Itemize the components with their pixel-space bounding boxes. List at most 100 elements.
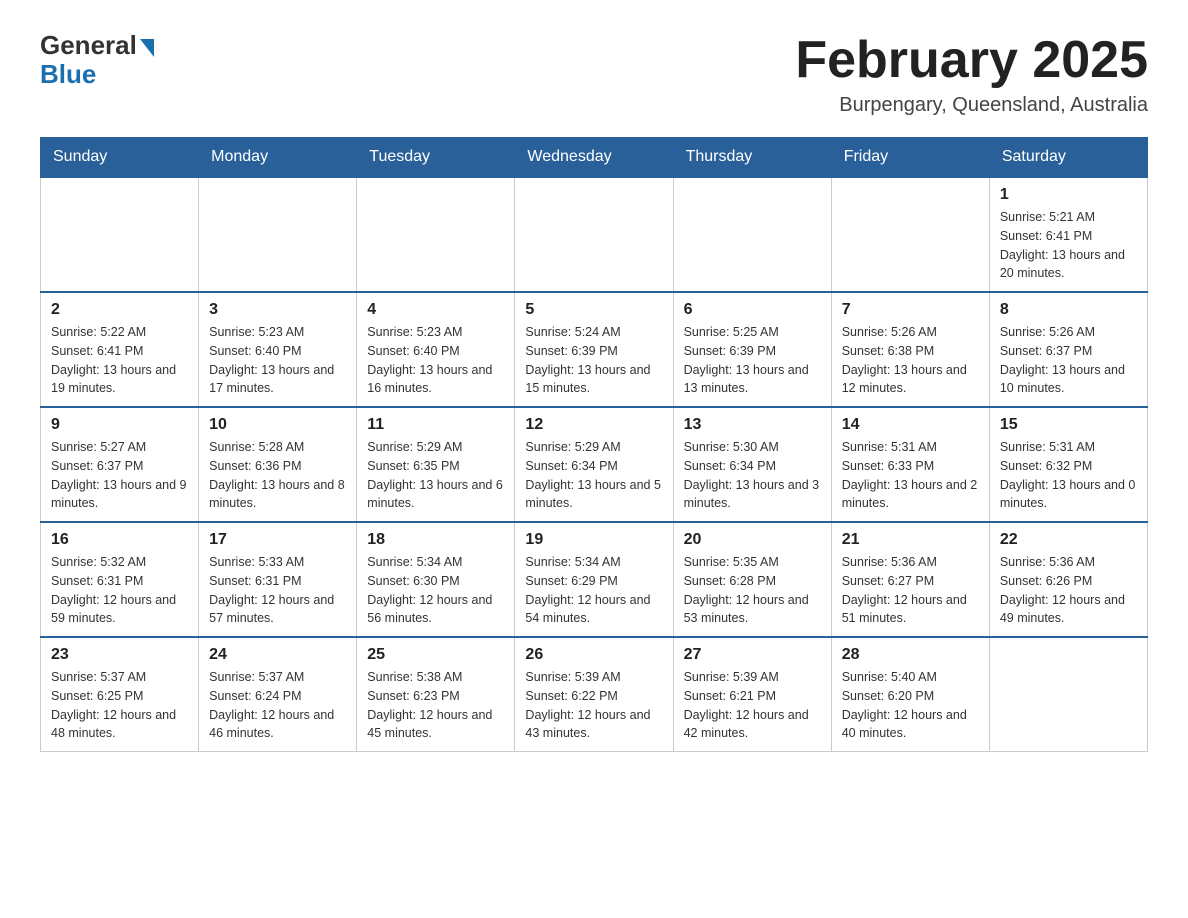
week-row-5: 23 Sunrise: 5:37 AM Sunset: 6:25 PM Dayli… [41,637,1148,752]
header-wednesday: Wednesday [515,138,673,178]
day-info: Sunrise: 5:26 AM Sunset: 6:38 PM Dayligh… [842,323,979,398]
day-cell-0-4 [673,177,831,292]
day-cell-4-2: 25 Sunrise: 5:38 AM Sunset: 6:23 PM Dayli… [357,637,515,752]
day-number: 26 [525,646,662,664]
day-number: 11 [367,416,504,434]
day-cell-0-3 [515,177,673,292]
logo-general-text: General [40,30,137,61]
week-row-2: 2 Sunrise: 5:22 AM Sunset: 6:41 PM Daylig… [41,292,1148,407]
day-cell-1-5: 7 Sunrise: 5:26 AM Sunset: 6:38 PM Daylig… [831,292,989,407]
header-sunday: Sunday [41,138,199,178]
location: Burpengary, Queensland, Australia [795,94,1148,117]
day-number: 15 [1000,416,1137,434]
day-info: Sunrise: 5:26 AM Sunset: 6:37 PM Dayligh… [1000,323,1137,398]
day-cell-3-1: 17Sunrise: 5:33 AM Sunset: 6:31 PM Dayli… [199,522,357,637]
header-monday: Monday [199,138,357,178]
day-cell-2-4: 13 Sunrise: 5:30 AM Sunset: 6:34 PM Dayli… [673,407,831,522]
day-cell-3-3: 19 Sunrise: 5:34 AM Sunset: 6:29 PM Dayli… [515,522,673,637]
page-header: General Blue February 2025 Burpengary, Q… [40,30,1148,117]
day-info: Sunrise: 5:33 AM Sunset: 6:31 PM Dayligh… [209,553,346,628]
day-cell-3-4: 20Sunrise: 5:35 AM Sunset: 6:28 PM Dayli… [673,522,831,637]
day-number: 19 [525,531,662,549]
day-number: 1 [1000,186,1137,204]
day-cell-1-2: 4 Sunrise: 5:23 AM Sunset: 6:40 PM Daylig… [357,292,515,407]
day-number: 22 [1000,531,1137,549]
day-cell-4-6 [989,637,1147,752]
day-number: 3 [209,301,346,319]
day-number: 27 [684,646,821,664]
day-number: 28 [842,646,979,664]
week-row-4: 16 Sunrise: 5:32 AM Sunset: 6:31 PM Dayli… [41,522,1148,637]
logo-blue-text: Blue [40,59,96,90]
day-number: 2 [51,301,188,319]
day-cell-0-0 [41,177,199,292]
day-cell-2-0: 9 Sunrise: 5:27 AM Sunset: 6:37 PM Daylig… [41,407,199,522]
day-cell-2-3: 12 Sunrise: 5:29 AM Sunset: 6:34 PM Dayli… [515,407,673,522]
day-cell-1-1: 3 Sunrise: 5:23 AM Sunset: 6:40 PM Daylig… [199,292,357,407]
day-cell-0-5 [831,177,989,292]
day-cell-0-1 [199,177,357,292]
day-info: Sunrise: 5:39 AM Sunset: 6:22 PM Dayligh… [525,668,662,743]
logo: General Blue [40,30,154,90]
day-number: 18 [367,531,504,549]
day-info: Sunrise: 5:32 AM Sunset: 6:31 PM Dayligh… [51,553,188,628]
day-cell-2-6: 15 Sunrise: 5:31 AM Sunset: 6:32 PM Dayli… [989,407,1147,522]
day-info: Sunrise: 5:25 AM Sunset: 6:39 PM Dayligh… [684,323,821,398]
day-number: 25 [367,646,504,664]
day-cell-4-0: 23 Sunrise: 5:37 AM Sunset: 6:25 PM Dayli… [41,637,199,752]
day-number: 10 [209,416,346,434]
day-number: 6 [684,301,821,319]
day-cell-4-1: 24Sunrise: 5:37 AM Sunset: 6:24 PM Dayli… [199,637,357,752]
day-number: 5 [525,301,662,319]
day-info: Sunrise: 5:34 AM Sunset: 6:29 PM Dayligh… [525,553,662,628]
day-number: 9 [51,416,188,434]
day-info: Sunrise: 5:40 AM Sunset: 6:20 PM Dayligh… [842,668,979,743]
weekday-header-row: SundayMondayTuesdayWednesdayThursdayFrid… [41,138,1148,178]
day-info: Sunrise: 5:27 AM Sunset: 6:37 PM Dayligh… [51,438,188,513]
day-number: 12 [525,416,662,434]
day-info: Sunrise: 5:36 AM Sunset: 6:26 PM Dayligh… [1000,553,1137,628]
day-info: Sunrise: 5:37 AM Sunset: 6:25 PM Dayligh… [51,668,188,743]
day-cell-3-6: 22 Sunrise: 5:36 AM Sunset: 6:26 PM Dayli… [989,522,1147,637]
day-cell-1-3: 5Sunrise: 5:24 AM Sunset: 6:39 PM Daylig… [515,292,673,407]
day-info: Sunrise: 5:21 AM Sunset: 6:41 PM Dayligh… [1000,208,1137,283]
day-info: Sunrise: 5:31 AM Sunset: 6:33 PM Dayligh… [842,438,979,513]
day-number: 7 [842,301,979,319]
day-number: 13 [684,416,821,434]
month-title: February 2025 [795,30,1148,90]
day-cell-2-5: 14 Sunrise: 5:31 AM Sunset: 6:33 PM Dayli… [831,407,989,522]
day-cell-0-6: 1 Sunrise: 5:21 AM Sunset: 6:41 PM Daylig… [989,177,1147,292]
day-info: Sunrise: 5:29 AM Sunset: 6:35 PM Dayligh… [367,438,504,513]
day-cell-4-3: 26 Sunrise: 5:39 AM Sunset: 6:22 PM Dayli… [515,637,673,752]
day-number: 21 [842,531,979,549]
day-cell-3-2: 18 Sunrise: 5:34 AM Sunset: 6:30 PM Dayli… [357,522,515,637]
day-info: Sunrise: 5:36 AM Sunset: 6:27 PM Dayligh… [842,553,979,628]
day-info: Sunrise: 5:31 AM Sunset: 6:32 PM Dayligh… [1000,438,1137,513]
day-cell-2-2: 11 Sunrise: 5:29 AM Sunset: 6:35 PM Dayli… [357,407,515,522]
day-info: Sunrise: 5:22 AM Sunset: 6:41 PM Dayligh… [51,323,188,398]
day-number: 24 [209,646,346,664]
week-row-1: 1 Sunrise: 5:21 AM Sunset: 6:41 PM Daylig… [41,177,1148,292]
day-cell-1-6: 8Sunrise: 5:26 AM Sunset: 6:37 PM Daylig… [989,292,1147,407]
day-number: 4 [367,301,504,319]
header-thursday: Thursday [673,138,831,178]
day-info: Sunrise: 5:23 AM Sunset: 6:40 PM Dayligh… [209,323,346,398]
day-info: Sunrise: 5:23 AM Sunset: 6:40 PM Dayligh… [367,323,504,398]
day-number: 14 [842,416,979,434]
week-row-3: 9 Sunrise: 5:27 AM Sunset: 6:37 PM Daylig… [41,407,1148,522]
day-info: Sunrise: 5:34 AM Sunset: 6:30 PM Dayligh… [367,553,504,628]
title-section: February 2025 Burpengary, Queensland, Au… [795,30,1148,117]
day-cell-1-0: 2 Sunrise: 5:22 AM Sunset: 6:41 PM Daylig… [41,292,199,407]
header-tuesday: Tuesday [357,138,515,178]
day-cell-2-1: 10Sunrise: 5:28 AM Sunset: 6:36 PM Dayli… [199,407,357,522]
day-info: Sunrise: 5:29 AM Sunset: 6:34 PM Dayligh… [525,438,662,513]
day-number: 20 [684,531,821,549]
day-cell-0-2 [357,177,515,292]
day-info: Sunrise: 5:30 AM Sunset: 6:34 PM Dayligh… [684,438,821,513]
day-info: Sunrise: 5:38 AM Sunset: 6:23 PM Dayligh… [367,668,504,743]
day-cell-1-4: 6 Sunrise: 5:25 AM Sunset: 6:39 PM Daylig… [673,292,831,407]
day-number: 16 [51,531,188,549]
day-cell-4-4: 27Sunrise: 5:39 AM Sunset: 6:21 PM Dayli… [673,637,831,752]
logo-arrow-icon [140,39,154,57]
day-number: 23 [51,646,188,664]
